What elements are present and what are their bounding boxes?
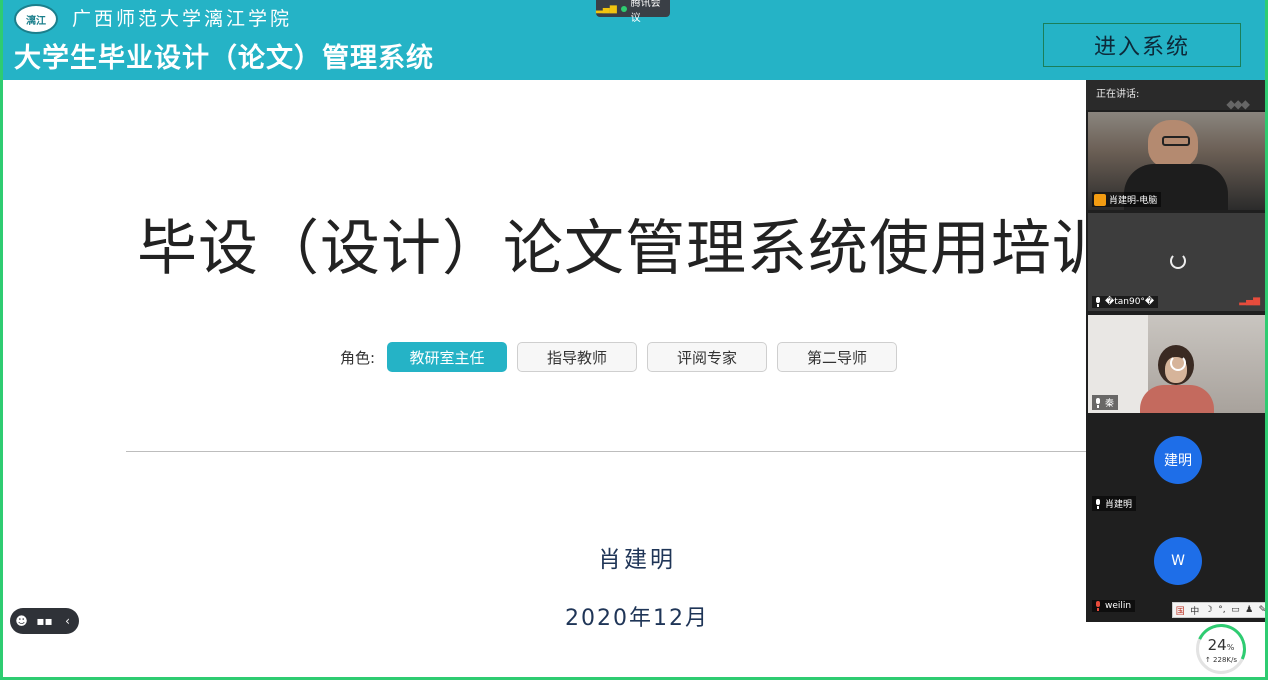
- role-button-advisor[interactable]: 指导教师: [517, 342, 638, 372]
- mic-icon: [1094, 498, 1102, 509]
- participant-name-tag: 肖建明: [1092, 496, 1137, 511]
- ime-item[interactable]: ▭: [1231, 605, 1240, 615]
- ime-toolbar[interactable]: 国 中 ☽ °, ▭ ♟ ✎: [1172, 602, 1268, 618]
- loading-spinner-icon: [1170, 253, 1186, 269]
- chat-icon[interactable]: ▪▪: [36, 612, 54, 630]
- camera-icon: [1094, 193, 1106, 206]
- slide-title: 毕设（设计）论文管理系统使用培训: [137, 214, 1113, 284]
- ime-item[interactable]: °,: [1218, 605, 1225, 615]
- meeting-controls: ☻ ▪▪ ‹: [10, 608, 79, 634]
- network-widget[interactable]: 24% ↑ 228K/s: [1188, 616, 1254, 681]
- avatar: 建明: [1154, 436, 1202, 484]
- ime-item[interactable]: ✎: [1259, 605, 1267, 615]
- speaking-indicator: 正在讲话: ◆◆◆: [1086, 80, 1268, 111]
- signal-icon: ▂▄▆: [596, 3, 617, 14]
- role-button-director[interactable]: 教研室主任: [387, 342, 508, 372]
- participant-name-tag: 秦: [1092, 395, 1119, 410]
- recording-dot-icon: [620, 5, 627, 12]
- school-name: 广西师范大学漓江学院: [72, 8, 293, 30]
- participant-name-tag: 肖建明-电脑: [1092, 192, 1162, 207]
- mic-icon: [1094, 397, 1102, 408]
- loading-spinner-icon: [1170, 355, 1186, 371]
- ime-item[interactable]: 中: [1190, 604, 1199, 617]
- system-title: 大学生毕业设计（论文）管理系统: [14, 43, 434, 74]
- school-logo-icon: 漓江: [14, 4, 58, 34]
- participant-tile[interactable]: 建明 肖建明: [1088, 416, 1266, 514]
- presenter-name: 肖建明: [598, 547, 676, 573]
- participant-tile[interactable]: 秦: [1088, 315, 1266, 413]
- collapse-icon[interactable]: ‹: [59, 612, 77, 630]
- ime-item[interactable]: 国: [1176, 604, 1185, 617]
- participant-tile[interactable]: 肖建明-电脑: [1088, 112, 1266, 210]
- role-label: 角色:: [340, 348, 376, 367]
- avatar: W: [1154, 537, 1202, 585]
- meeting-app-name: 腾讯会议: [630, 0, 661, 24]
- participant-tile[interactable]: �tan90°� ▂▄▆: [1088, 213, 1266, 311]
- enter-system-button[interactable]: 进入系统: [1043, 23, 1241, 67]
- participant-tile[interactable]: W weilin: [1088, 517, 1266, 615]
- mic-icon: [1094, 297, 1102, 307]
- ime-item[interactable]: ♟: [1245, 605, 1253, 615]
- ime-item[interactable]: ☽: [1205, 605, 1213, 615]
- role-button-reviewer[interactable]: 评阅专家: [647, 342, 768, 372]
- network-percent: 24%: [1207, 636, 1235, 654]
- network-speed: ↑ 228K/s: [1204, 656, 1238, 664]
- divider: [126, 451, 1088, 452]
- emoji-icon[interactable]: ☻: [13, 612, 31, 630]
- meeting-status-pill[interactable]: ▂▄▆ 腾讯会议: [596, 0, 670, 24]
- screen-share-border: [0, 0, 1268, 680]
- mic-muted-icon: [1094, 601, 1102, 611]
- speaking-label: 正在讲话:: [1096, 89, 1140, 100]
- participant-name-tag: weilin: [1092, 600, 1136, 612]
- weak-signal-icon: ▂▄▆: [1239, 296, 1260, 306]
- participant-name-tag: �tan90°�: [1092, 296, 1159, 308]
- role-selector: 角色: 教研室主任 指导教师 评阅专家 第二导师: [340, 342, 898, 372]
- role-button-second-advisor[interactable]: 第二导师: [777, 342, 898, 372]
- slide-date: 2020年12月: [565, 606, 709, 631]
- video-panel: 正在讲话: ◆◆◆ 肖建明-电脑 �tan90°� ▂▄▆ 秦 建明 肖建明 W…: [1086, 80, 1268, 622]
